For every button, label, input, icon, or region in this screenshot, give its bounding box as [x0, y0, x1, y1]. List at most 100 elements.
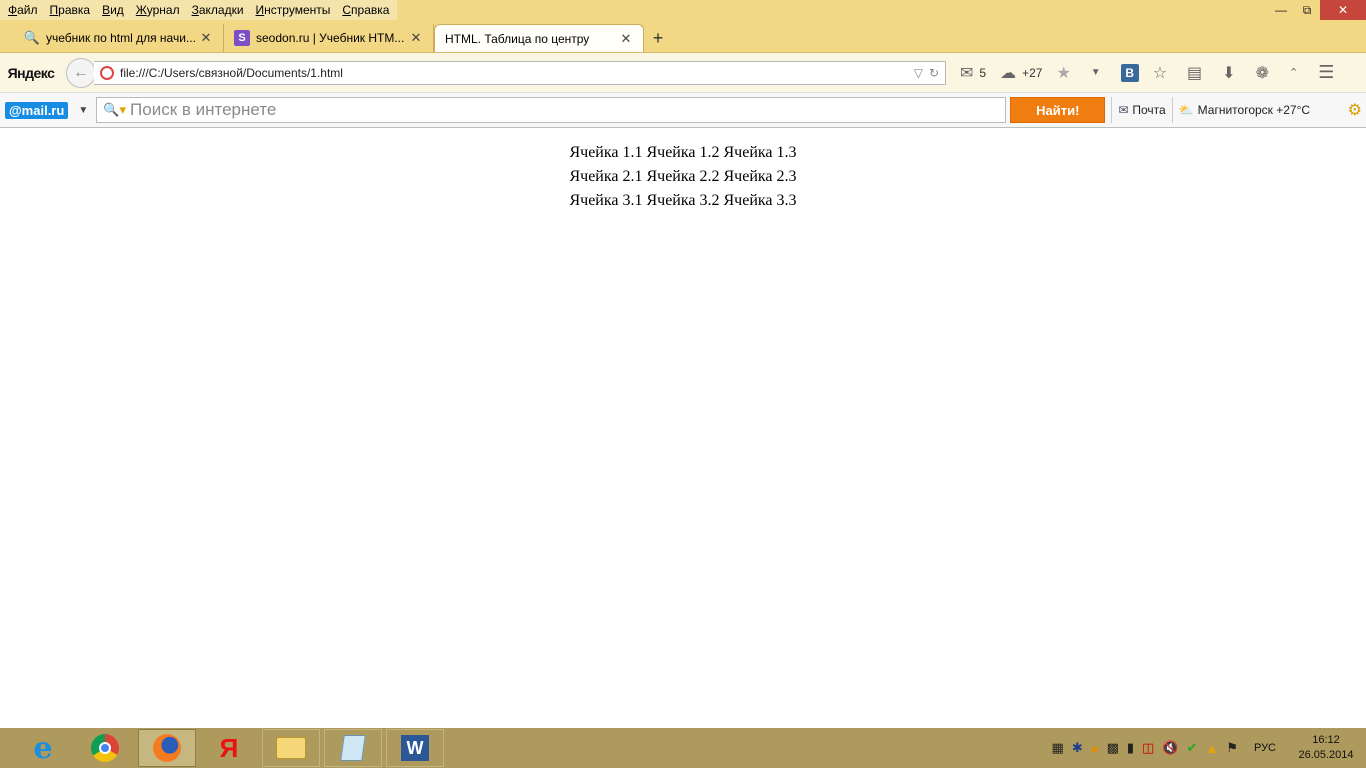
table-cell: Ячейка 3.3: [723, 192, 797, 209]
window-controls: — ⧉ ✕: [1268, 0, 1366, 20]
tab-title: seodon.ru | Учебник HTM...: [256, 31, 405, 45]
envelope-icon: ✉: [1118, 103, 1129, 117]
addon-icon[interactable]: ❁: [1256, 63, 1275, 83]
back-icon[interactable]: ←: [66, 57, 96, 88]
update-icon[interactable]: ▲: [1205, 741, 1218, 756]
reload-icon[interactable]: ↻: [929, 66, 939, 80]
restore-icon[interactable]: ⧉: [1294, 0, 1320, 20]
centered-table: Ячейка 1.1 Ячейка 1.2 Ячейка 1.3 Ячейка …: [566, 140, 799, 214]
yandex-logo[interactable]: Яндекс: [0, 65, 62, 81]
tab-strip: 🔍 учебник по html для начи... ✕ S seodon…: [0, 24, 672, 52]
menu-history[interactable]: Журнал: [130, 0, 186, 20]
scroll-up-icon[interactable]: ⌃: [1289, 66, 1304, 79]
clock[interactable]: 16:12 26.05.2014: [1286, 733, 1366, 763]
table-cell: Ячейка 1.1: [569, 144, 643, 161]
address-bar[interactable]: file:///C:/Users/связной/Documents/1.htm…: [94, 60, 946, 85]
bluetooth-icon[interactable]: ✱: [1072, 740, 1083, 756]
sun-cloud-icon: ⛅: [1178, 103, 1194, 117]
mailru-dropdown-icon[interactable]: ▼: [78, 105, 92, 116]
mailru-logo[interactable]: @mail.ru: [5, 101, 69, 119]
close-window-icon[interactable]: ✕: [1320, 0, 1366, 20]
table-row: Ячейка 1.1 Ячейка 1.2 Ячейка 1.3: [568, 142, 797, 164]
toolbar-dropdown-icon[interactable]: ▼: [1091, 67, 1107, 78]
local-file-icon: [100, 65, 114, 80]
reading-list-icon[interactable]: ▤: [1187, 63, 1208, 83]
url-dropdown-icon[interactable]: ▽: [914, 66, 923, 80]
language-indicator[interactable]: РУС: [1254, 742, 1276, 754]
notepad-icon[interactable]: [324, 729, 382, 767]
close-tab-icon[interactable]: ✕: [619, 31, 633, 47]
weather-temp: +27: [1022, 65, 1043, 80]
envelope-icon: ✉: [960, 64, 974, 82]
taskbar: e Я W ▦ ✱ ● ▩ ▮ ◫ 🔇 ✔ ▲ ⚑ РУС 16:12 26.0…: [0, 728, 1366, 768]
cloud-icon: ☁: [1000, 64, 1017, 82]
menu-bookmarks[interactable]: Закладки: [186, 0, 250, 20]
tab-title: HTML. Таблица по центру: [445, 31, 590, 46]
bookmark-star-icon[interactable]: ★: [1056, 63, 1076, 83]
navigation-bar: Яндекс ← file:///C:/Users/связной/Docume…: [0, 52, 1366, 92]
divider: [1111, 97, 1113, 123]
table-cell: Ячейка 2.1: [569, 168, 643, 185]
find-button[interactable]: Найти!: [1010, 97, 1106, 123]
table-cell: Ячейка 2.2: [646, 168, 720, 185]
table-cell: Ячейка 3.2: [646, 192, 720, 209]
chrome-icon[interactable]: [76, 729, 134, 767]
action-center-icon[interactable]: ▦: [1052, 740, 1064, 756]
browser-chrome: Файл Правка Вид Журнал Закладки Инструме…: [0, 0, 1366, 128]
file-explorer-icon[interactable]: [262, 729, 320, 767]
search-input[interactable]: [130, 100, 1000, 120]
tab-seodon[interactable]: S seodon.ru | Учебник HTM... ✕: [224, 24, 434, 52]
new-tab-button[interactable]: +: [644, 24, 672, 52]
weather-link[interactable]: ⛅ Магнитогорск +27°C: [1179, 103, 1310, 117]
bookmarks-icon[interactable]: ☆: [1153, 63, 1173, 83]
search-field[interactable]: 🔍▾: [96, 97, 1007, 123]
security-check-icon[interactable]: ✔: [1187, 740, 1198, 756]
avast-icon[interactable]: ●: [1091, 741, 1099, 756]
word-icon[interactable]: W: [386, 729, 444, 767]
firefox-icon[interactable]: [138, 729, 196, 767]
menu-bar: Файл Правка Вид Журнал Закладки Инструме…: [0, 0, 398, 20]
download-icon[interactable]: ⬇: [1222, 63, 1241, 83]
menu-view[interactable]: Вид: [96, 0, 130, 20]
table-cell: Ячейка 3.1: [569, 192, 643, 209]
table-cell: Ячейка 1.2: [646, 144, 720, 161]
tab-html-tutorial[interactable]: 🔍 учебник по html для начи... ✕: [14, 24, 224, 52]
mail-link-label: Почта: [1132, 103, 1166, 117]
flag-icon[interactable]: ⚑: [1226, 740, 1238, 756]
page-content: Ячейка 1.1 Ячейка 1.2 Ячейка 1.3 Ячейка …: [0, 128, 1366, 728]
table-cell: Ячейка 1.3: [723, 144, 797, 161]
mailru-toolbar: @mail.ru ▼ 🔍▾ Найти! ✉ Почта ⛅ Магнитого…: [0, 92, 1366, 128]
menu-file[interactable]: Файл: [2, 0, 44, 20]
network-signal-icon[interactable]: ▮: [1127, 740, 1134, 756]
system-tray: ▦ ✱ ● ▩ ▮ ◫ 🔇 ✔ ▲ ⚑ РУС 16:12 26.05.2014: [1048, 728, 1366, 768]
minimize-icon[interactable]: —: [1268, 0, 1294, 20]
toolbar-right: ✉ 5 ☁ +27 ★ ▼ B ☆ ▤ ⬇ ❁ ⌃ ☰: [960, 62, 1354, 83]
menu-tools[interactable]: Инструменты: [250, 0, 337, 20]
search-engine-icon[interactable]: 🔍▾: [103, 102, 126, 118]
clock-time: 16:12: [1312, 734, 1340, 746]
internet-explorer-icon[interactable]: e: [14, 729, 72, 767]
menu-help[interactable]: Справка: [336, 0, 395, 20]
mail-link[interactable]: ✉ Почта: [1118, 103, 1165, 117]
vk-icon[interactable]: B: [1120, 63, 1139, 82]
weather-link-label: Магнитогорск +27°C: [1197, 103, 1311, 117]
weather-widget[interactable]: ☁ +27: [1000, 63, 1042, 83]
device-icon[interactable]: ▩: [1107, 740, 1119, 756]
mail-counter[interactable]: ✉ 5: [960, 63, 986, 83]
mail-count: 5: [979, 65, 987, 80]
seodon-icon: S: [234, 30, 250, 46]
yandex-browser-icon[interactable]: Я: [200, 729, 258, 767]
table-row: Ячейка 2.1 Ячейка 2.2 Ячейка 2.3: [568, 166, 797, 188]
url-text[interactable]: file:///C:/Users/связной/Documents/1.htm…: [120, 66, 908, 80]
settings-gear-icon[interactable]: ⚙: [1348, 100, 1362, 120]
clock-date: 26.05.2014: [1298, 749, 1354, 761]
menu-edit[interactable]: Правка: [44, 0, 97, 20]
close-tab-icon[interactable]: ✕: [199, 30, 213, 46]
tab-html-table-center[interactable]: HTML. Таблица по центру ✕: [434, 24, 644, 52]
battery-icon[interactable]: ◫: [1142, 740, 1154, 756]
menu-hamburger-icon[interactable]: ☰: [1318, 62, 1340, 83]
volume-muted-icon[interactable]: 🔇: [1162, 740, 1178, 756]
close-tab-icon[interactable]: ✕: [409, 30, 423, 46]
mailru-logo-text: @mail.ru: [9, 102, 65, 118]
table-row: Ячейка 3.1 Ячейка 3.2 Ячейка 3.3: [568, 190, 797, 212]
